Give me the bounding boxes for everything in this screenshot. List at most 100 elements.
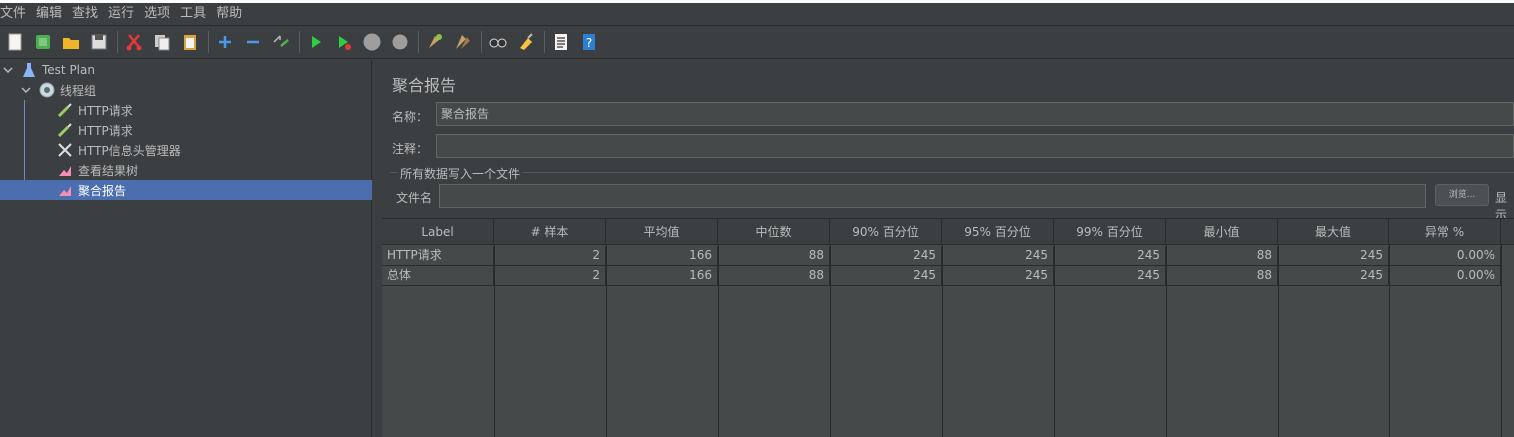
col-header-99-line[interactable]: 99% 百分位 [1054,219,1166,245]
open-icon[interactable] [59,30,83,54]
chevron-down-icon[interactable] [2,64,14,76]
function-helper-icon[interactable] [549,30,573,54]
svg-text:?: ? [586,36,592,50]
table-cell: 245 [830,246,942,266]
comment-field[interactable] [436,134,1514,158]
column-grid-line [494,245,495,437]
table-cell: 245 [942,266,1054,286]
tree-item-label: HTTP请求 [78,123,133,138]
expand-icon[interactable] [213,30,237,54]
gear-icon [39,82,55,98]
tree-item-label: HTTP请求 [78,103,133,118]
chart-icon [59,186,71,196]
column-grid-line [1054,245,1055,437]
col-header-label[interactable]: Label [382,219,494,245]
column-grid-line [1278,245,1279,437]
pipette-icon [57,123,72,138]
help-icon[interactable]: ? [577,30,601,54]
name-label: 名称： [392,110,429,124]
table-cell: 245 [1278,246,1389,266]
chart-icon [59,166,71,176]
col-header-median[interactable]: 中位数 [718,219,830,245]
tree-item-header-manager[interactable]: HTTP信息头管理器 [56,140,372,160]
tree-item-test-plan[interactable]: Test Plan [0,60,372,80]
group-title: 所有数据写入一个文件 [398,165,523,182]
toolbar-separator [208,31,209,53]
col-header-95-line[interactable]: 95% 百分位 [942,219,1054,245]
toolbar-separator [117,31,118,53]
tree-item-http-request[interactable]: HTTP请求 [56,120,372,140]
table-cell: 245 [1278,266,1389,286]
table-header: Label # 样本 平均值 中位数 90% 百分位 95% 百分位 99% 百… [382,219,1514,245]
tree-item-thread-group[interactable]: 线程组 [18,80,372,100]
table-cell: 总体 [382,266,494,286]
table-cell: 245 [1054,246,1166,266]
menu-run[interactable]: 运行 [108,3,142,25]
results-table: Label # 样本 平均值 中位数 90% 百分位 95% 百分位 99% 百… [382,218,1514,437]
start-no-pauses-icon[interactable] [332,30,356,54]
table-cell: 2 [494,246,606,266]
clear-all-icon[interactable] [451,30,475,54]
col-header-error[interactable]: 异常 % [1389,219,1501,245]
test-plan-tree: Test Plan 线程组 HTTP请求 HTTP请求 HTTP信息头管理器 查… [0,60,372,437]
tree-item-label: 聚合报告 [78,183,127,198]
table-cell: 166 [606,246,718,266]
tree-item-http-request[interactable]: HTTP请求 [56,100,372,120]
table-cell: HTTP请求 [382,246,494,266]
column-grid-line [1166,245,1167,437]
table-cell: 0.00% [1389,266,1501,286]
col-header-samples[interactable]: # 样本 [494,219,606,245]
cut-icon[interactable] [122,30,146,54]
shutdown-icon[interactable] [388,30,412,54]
col-header-min[interactable]: 最小值 [1166,219,1278,245]
new-icon[interactable] [3,30,27,54]
col-header-max[interactable]: 最大值 [1278,219,1389,245]
filename-field[interactable] [439,184,1426,208]
pipette-icon [57,103,72,118]
menu-tools[interactable]: 工具 [180,3,214,25]
tree-item-label: 查看结果树 [78,163,139,178]
menu-help[interactable]: 帮助 [216,3,250,25]
flask-icon [23,63,35,77]
chevron-down-icon[interactable] [20,84,32,96]
tree-item-label: HTTP信息头管理器 [78,143,181,158]
reset-search-icon[interactable] [514,30,538,54]
col-header-90-line[interactable]: 90% 百分位 [830,219,942,245]
templates-icon[interactable] [31,30,55,54]
filename-label: 文件名 [396,191,433,205]
table-cell: 166 [606,266,718,286]
column-grid-line [606,245,607,437]
wrench-icon [58,143,72,157]
toolbar-separator [544,31,545,53]
table-cell: 0.00% [1389,246,1501,266]
table-cell: 245 [942,246,1054,266]
toolbar-separator [299,31,300,53]
clear-icon[interactable] [423,30,447,54]
menu-file[interactable]: 文件 [0,3,34,25]
menu-search[interactable]: 查找 [72,3,106,25]
table-cell: 2 [494,266,606,286]
column-grid-line [718,245,719,437]
column-grid-line [1501,245,1502,437]
panel-title: 聚合报告 [392,76,457,95]
search-icon[interactable] [486,30,510,54]
comment-label: 注释： [392,142,429,156]
col-header-average[interactable]: 平均值 [606,219,718,245]
table-cell: 88 [1166,266,1278,286]
column-grid-line [1389,245,1390,437]
save-icon[interactable] [87,30,111,54]
toggle-icon[interactable] [269,30,293,54]
browse-button[interactable]: 浏览... [1435,184,1489,206]
name-field[interactable]: 聚合报告 [436,102,1514,126]
start-icon[interactable] [304,30,328,54]
menu-edit[interactable]: 编辑 [36,3,70,25]
tree-item-view-results-tree[interactable]: 查看结果树 [56,160,372,180]
menu-options[interactable]: 选项 [144,3,178,25]
paste-icon[interactable] [178,30,202,54]
collapse-icon[interactable] [241,30,265,54]
stop-icon[interactable] [360,30,384,54]
tree-item-aggregate-report[interactable]: 聚合报告 [0,180,372,200]
group-divider [390,172,1514,173]
copy-icon[interactable] [150,30,174,54]
table-cell: 245 [1054,266,1166,286]
